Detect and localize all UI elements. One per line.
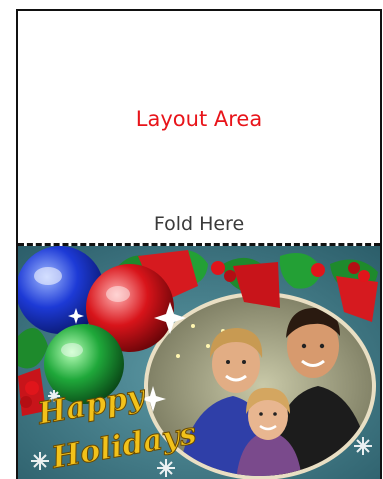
card-front-image: Happy Holidays xyxy=(18,246,380,479)
card-preview: Layout Area Fold Here Happy Holidays xyxy=(16,9,382,479)
fold-here-label: Fold Here xyxy=(153,213,245,235)
layout-area-label: Layout Area xyxy=(135,107,263,131)
holiday-card-art: Happy Holidays xyxy=(18,246,380,479)
